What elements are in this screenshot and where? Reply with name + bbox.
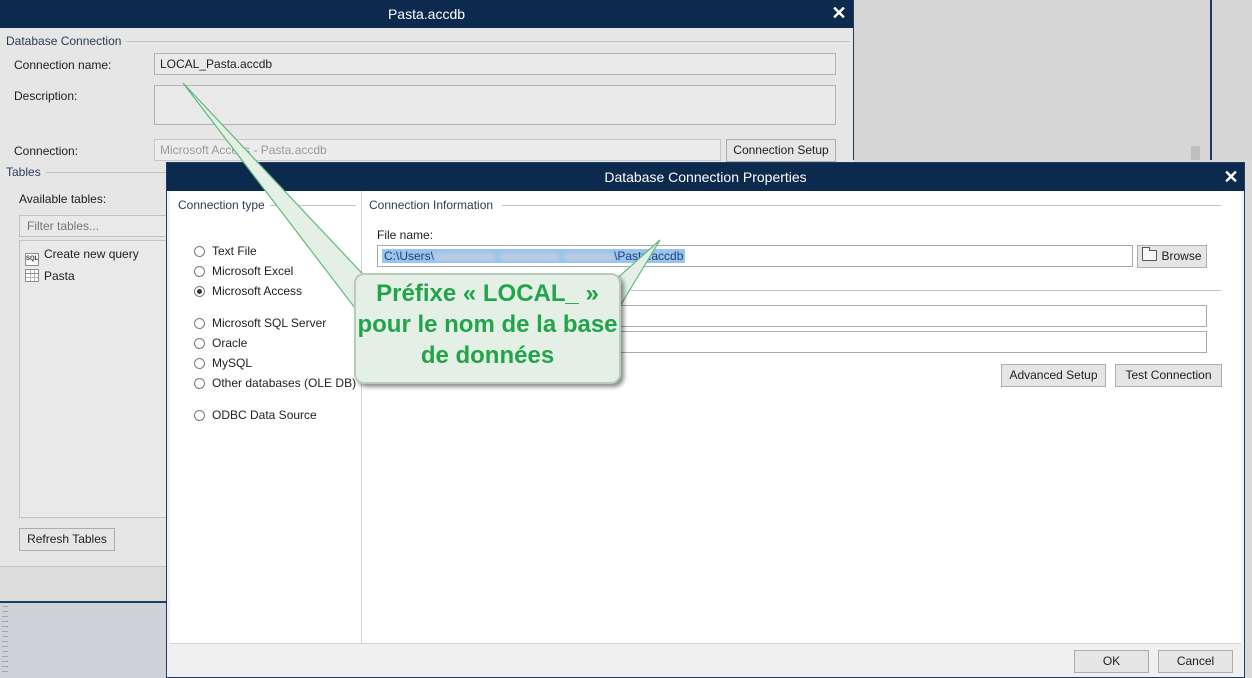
callout-line: Préfixe « LOCAL_ » <box>376 280 599 307</box>
callout-line: de données <box>420 342 555 369</box>
callout-annotation: Préfixe « LOCAL_ » pour le nom de la bas… <box>354 273 621 384</box>
callout-line: pour le nom de la base <box>357 311 618 338</box>
callout-pointers <box>182 82 661 314</box>
callout-pointer-connection-name <box>182 82 375 314</box>
